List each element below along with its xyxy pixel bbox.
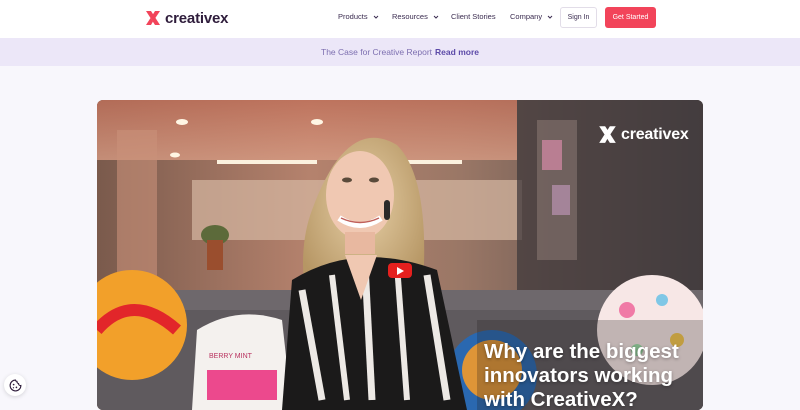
nav-resources-label: Resources <box>392 12 428 21</box>
video-brand-logo: creativex <box>598 125 689 144</box>
get-started-button[interactable]: Get Started <box>605 7 656 28</box>
nav-resources[interactable]: Resources <box>392 12 439 21</box>
chevron-down-icon <box>433 15 439 19</box>
brand-logo[interactable]: creativex <box>145 9 228 27</box>
chevron-down-icon <box>373 15 378 19</box>
creativex-logo-icon <box>599 126 616 143</box>
cookie-settings-button[interactable] <box>4 374 26 396</box>
cookie-icon <box>9 379 21 391</box>
pillow-label: BERRY MINT <box>209 353 253 360</box>
nav-company-label: Company <box>510 12 543 21</box>
brand-name: creativex <box>165 9 229 27</box>
creativex-logo-icon <box>146 11 160 25</box>
announcement-banner: The Case for Creative Report Read more <box>0 38 800 66</box>
video-brand-name: creativex <box>621 125 689 143</box>
play-button[interactable] <box>388 263 412 278</box>
sign-in-button[interactable]: Sign In <box>560 7 597 28</box>
nav-products[interactable]: Products <box>338 12 379 21</box>
video-headline: Why are the biggest innovators working w… <box>484 340 679 410</box>
site-header: creativex Products Resources Client Stor… <box>0 0 800 38</box>
play-icon <box>397 266 404 275</box>
nav-products-label: Products <box>338 12 368 21</box>
nav-client-stories-label: Client Stories <box>451 12 496 21</box>
banner-read-more-link[interactable]: Read more <box>435 47 479 57</box>
banner-text: The Case for Creative Report <box>321 47 433 57</box>
hero-video[interactable]: BERRY MINT creativex Why are the biggest… <box>97 100 703 410</box>
nav-company[interactable]: Company <box>510 12 553 21</box>
nav-client-stories[interactable]: Client Stories <box>451 12 496 21</box>
chevron-down-icon <box>547 15 553 19</box>
